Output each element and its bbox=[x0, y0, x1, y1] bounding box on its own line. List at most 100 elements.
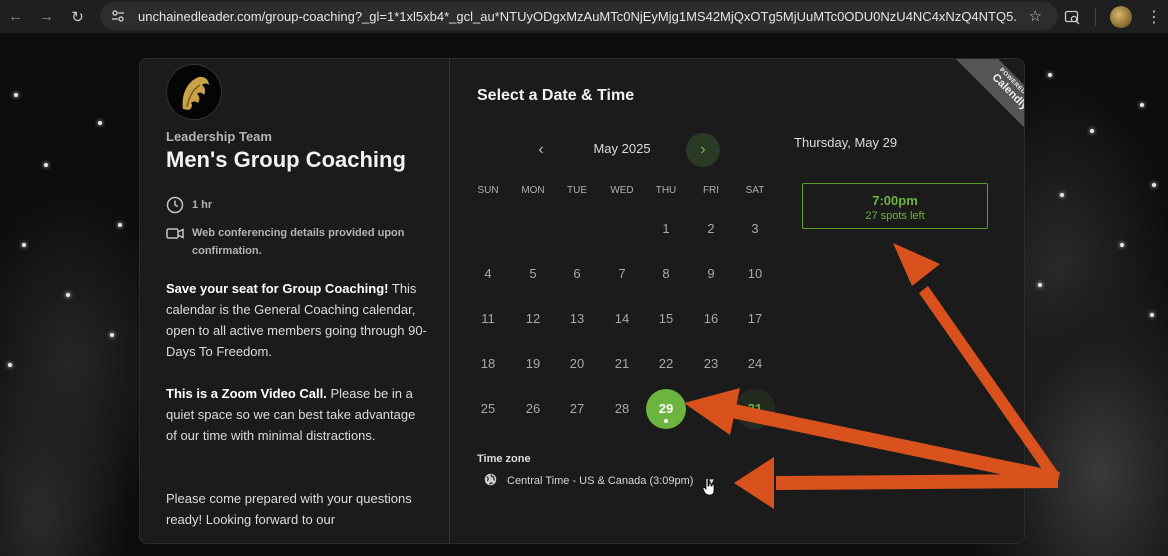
calendar-day: 17 bbox=[747, 311, 763, 326]
crowd-light bbox=[22, 243, 26, 247]
timezone-label: Time zone bbox=[477, 453, 531, 465]
conferencing-row: Web conferencing details provided upon c… bbox=[166, 224, 426, 260]
calendar-day: 23 bbox=[703, 356, 719, 371]
calendar-day: 19 bbox=[525, 356, 541, 371]
calendly-brand: Calendly bbox=[989, 71, 1025, 113]
calendar-day: 4 bbox=[484, 266, 492, 281]
timezone-value[interactable]: Central Time - US & Canada (3:09pm) bbox=[507, 475, 693, 487]
site-settings-icon[interactable] bbox=[110, 8, 126, 24]
forward-button[interactable]: → bbox=[31, 5, 62, 29]
calendar-day: 15 bbox=[658, 311, 674, 326]
prev-month-button[interactable]: ‹ bbox=[524, 133, 558, 167]
mouse-pointer-icon bbox=[702, 478, 715, 496]
calendar-day: 22 bbox=[658, 356, 674, 371]
calendar-day: 10 bbox=[747, 266, 763, 281]
calendar-day: 2 bbox=[707, 221, 715, 236]
weekday-header: SAT bbox=[745, 185, 765, 196]
address-bar[interactable]: unchainedleader.com/group-coaching?_gl=1… bbox=[100, 2, 1058, 30]
weekday-header: MON bbox=[521, 185, 545, 196]
back-button[interactable]: ← bbox=[0, 5, 31, 29]
calendar-day-selected[interactable]: 29 bbox=[646, 389, 686, 429]
crowd-light bbox=[110, 333, 114, 337]
calendar-day: 24 bbox=[747, 356, 763, 371]
select-date-heading: Select a Date & Time bbox=[477, 87, 635, 104]
globe-icon bbox=[484, 473, 497, 489]
url-text[interactable]: unchainedleader.com/group-coaching?_gl=1… bbox=[138, 9, 1018, 24]
calendar-day: 5 bbox=[529, 266, 537, 281]
calendar-day: 14 bbox=[614, 311, 630, 326]
next-month-button[interactable]: › bbox=[686, 133, 720, 167]
weekday-header: THU bbox=[655, 185, 677, 196]
crowd-light bbox=[1140, 103, 1144, 107]
crowd-light bbox=[1060, 193, 1064, 197]
selected-date-heading: Thursday, May 29 bbox=[794, 135, 898, 150]
weekday-header: TUE bbox=[567, 185, 587, 196]
toolbar-divider bbox=[1095, 7, 1096, 26]
month-label: May 2025 bbox=[593, 141, 651, 156]
date-time-panel: Select a Date & Time ‹ May 2025 › SUN MON… bbox=[450, 59, 1025, 543]
search-tabs-icon[interactable] bbox=[1063, 8, 1081, 26]
calendar-day: 25 bbox=[480, 401, 496, 416]
calendar-day: 1 bbox=[662, 221, 670, 236]
calendar-day: 13 bbox=[569, 311, 585, 326]
description-lead: This is a Zoom Video Call. bbox=[166, 386, 327, 401]
reload-button[interactable]: ↻ bbox=[62, 5, 93, 29]
event-details-panel: Leadership Team Men's Group Coaching 1 h… bbox=[140, 59, 450, 543]
crowd-light bbox=[44, 163, 48, 167]
description-body: Please come prepared with your questions… bbox=[166, 491, 412, 527]
slot-spots-left: 27 spots left bbox=[865, 210, 925, 222]
calendar-day: 26 bbox=[525, 401, 541, 416]
profile-avatar[interactable] bbox=[1110, 5, 1132, 28]
duration-row: 1 hr bbox=[166, 196, 212, 214]
weekday-header: WED bbox=[610, 185, 634, 196]
calendar-day: 12 bbox=[525, 311, 541, 326]
calendar-day: 30 bbox=[703, 401, 719, 416]
calendar-day: 28 bbox=[614, 401, 630, 416]
crowd-light bbox=[1152, 183, 1156, 187]
description-lead: Save your seat for Group Coaching! bbox=[166, 281, 389, 296]
description-paragraph: Please come prepared with your questions… bbox=[166, 488, 428, 530]
description-paragraph: Save your seat for Group Coaching! This … bbox=[166, 278, 428, 362]
month-navigation: ‹ May 2025 › bbox=[524, 133, 720, 167]
time-slot-button[interactable]: 7:00pm 27 spots left bbox=[802, 183, 988, 229]
slot-time: 7:00pm bbox=[872, 193, 918, 208]
powered-by-calendly-ribbon[interactable]: POWERED BY Calendly bbox=[930, 59, 1025, 155]
calendar-day: 27 bbox=[569, 401, 585, 416]
scheduling-card: Leadership Team Men's Group Coaching 1 h… bbox=[139, 58, 1025, 544]
calendar-day: 9 bbox=[707, 266, 715, 281]
calendar-day: 6 bbox=[573, 266, 581, 281]
crowd-light bbox=[66, 293, 70, 297]
video-camera-icon bbox=[166, 224, 184, 242]
crowd-light bbox=[118, 223, 122, 227]
crowd-light bbox=[1120, 243, 1124, 247]
calendar-day-available[interactable]: 31 bbox=[735, 389, 775, 429]
calendar-day: 8 bbox=[662, 266, 670, 281]
calendar-day: 7 bbox=[618, 266, 626, 281]
calendar-day: 21 bbox=[614, 356, 630, 371]
event-title: Men's Group Coaching bbox=[166, 147, 406, 172]
calendar-day: 3 bbox=[751, 221, 759, 236]
browser-menu-icon[interactable]: ⋮ bbox=[1146, 7, 1162, 27]
crowd-light bbox=[1048, 73, 1052, 77]
crowd-light bbox=[14, 93, 18, 97]
lion-logo bbox=[166, 64, 222, 120]
conferencing-text: Web conferencing details provided upon c… bbox=[192, 227, 405, 257]
weekday-header: SUN bbox=[477, 185, 499, 196]
crowd-light bbox=[1038, 283, 1042, 287]
duration-text: 1 hr bbox=[192, 199, 213, 211]
crowd-light bbox=[98, 121, 102, 125]
browser-toolbar: ← → ↻ unchainedleader.com/group-coaching… bbox=[0, 0, 1168, 33]
calendar-day: 20 bbox=[569, 356, 585, 371]
crowd-light bbox=[1150, 313, 1154, 317]
timezone-select[interactable]: Central Time - US & Canada (3:09pm) ▼ bbox=[484, 473, 715, 489]
ribbon-band: POWERED BY Calendly bbox=[949, 59, 1025, 153]
calendar-day: 18 bbox=[480, 356, 496, 371]
calendar-day: 16 bbox=[703, 311, 719, 326]
crowd-light bbox=[1090, 129, 1094, 133]
crowd-light bbox=[8, 363, 12, 367]
host-name: Leadership Team bbox=[166, 129, 272, 144]
bookmark-star-icon[interactable]: ☆ bbox=[1029, 7, 1042, 25]
description-paragraph: This is a Zoom Video Call. Please be in … bbox=[166, 383, 428, 446]
calendar-day: 11 bbox=[481, 311, 495, 326]
clock-icon bbox=[166, 196, 184, 214]
